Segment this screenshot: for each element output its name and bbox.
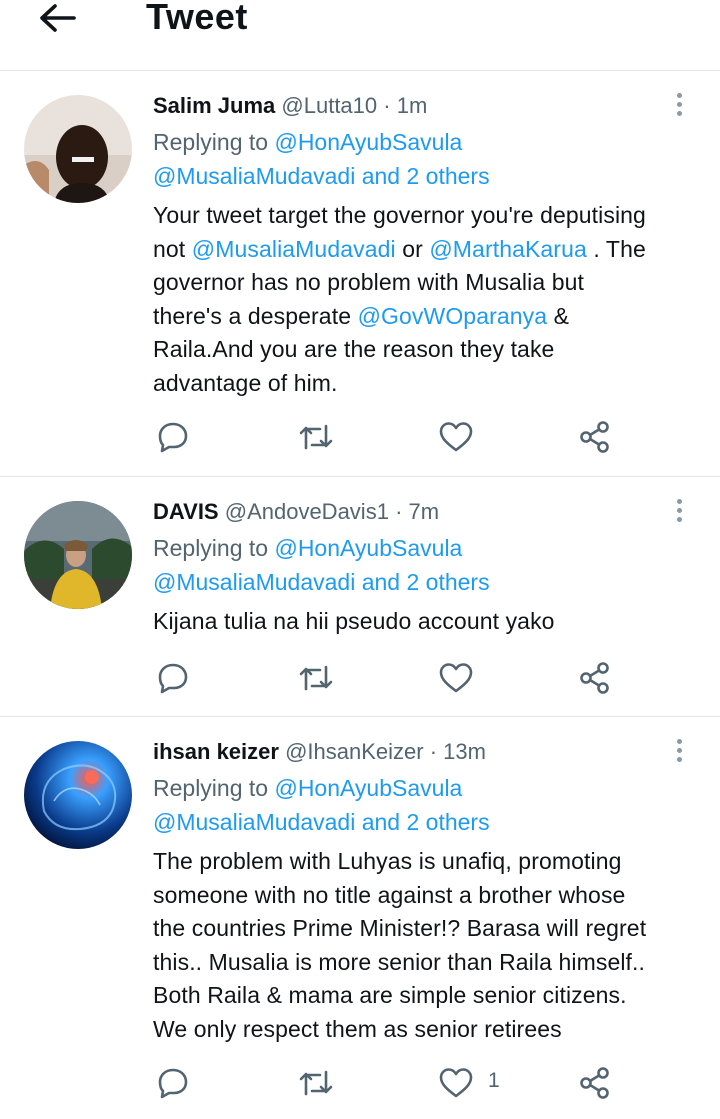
- more-vertical-icon: [677, 93, 682, 98]
- avatar[interactable]: [24, 95, 132, 203]
- mention-link[interactable]: @HonAyubSavula: [274, 129, 462, 155]
- timestamp[interactable]: 13m: [443, 739, 486, 764]
- more-vertical-icon: [677, 739, 682, 744]
- tweet-text-line: someone with no title against a brother …: [153, 879, 698, 913]
- text-segment: Both Raila & mama are simple senior citi…: [153, 982, 627, 1008]
- tweet-meta: Salim Juma @Lutta10 · 1m: [153, 92, 427, 120]
- mention-link[interactable]: @MusaliaMudavadi and 2 others: [153, 569, 490, 595]
- mention-link[interactable]: @MusaliaMudavadi and 2 others: [153, 163, 490, 189]
- avatar[interactable]: [24, 501, 132, 609]
- reply-icon: [158, 663, 188, 694]
- replying-to-label: Replying to: [153, 535, 269, 561]
- arrow-left-icon: [40, 4, 76, 32]
- avatar[interactable]: [24, 741, 132, 849]
- text-segment: Your tweet target the governor you're de…: [153, 202, 646, 228]
- page-title: Tweet: [146, 0, 248, 37]
- replying-to: Replying to @HonAyubSavula @MusaliaMudav…: [153, 125, 693, 193]
- replying-to: Replying to @HonAyubSavula @MusaliaMudav…: [153, 771, 693, 839]
- tweet-text-line: Both Raila & mama are simple senior citi…: [153, 979, 698, 1013]
- text-segment: not: [153, 235, 192, 262]
- text-segment: or: [395, 235, 430, 262]
- reply-tweet[interactable]: Salim Juma @Lutta10 · 1m Replying to @Ho…: [0, 71, 720, 477]
- tweet-actions: 1: [152, 1062, 632, 1102]
- text-segment: The problem with Luhyas is unafiq, promo…: [153, 848, 622, 874]
- mention-link[interactable]: @MusaliaMudavadi and 2 others: [153, 809, 490, 835]
- tweet-text-line: Raila.And you are the reason they take: [153, 333, 698, 367]
- mention-link[interactable]: @GovWOparanya: [358, 303, 548, 329]
- more-options-button[interactable]: [664, 495, 694, 527]
- share-icon: [580, 662, 609, 694]
- tweet-text-line: this.. Musalia is more senior than Raila…: [153, 946, 698, 980]
- retweet-icon: [299, 665, 333, 691]
- share-icon: [580, 1067, 609, 1099]
- text-segment: someone with no title against a brother …: [153, 881, 626, 908]
- reply-icon: [158, 1068, 188, 1099]
- tweet-text: The problem with Luhyas is unafiq, promo…: [153, 845, 698, 1046]
- tweet-text: Kijana tulia na hii pseudo account yako: [153, 605, 698, 639]
- more-options-button[interactable]: [664, 735, 694, 767]
- text-segment: this.. Musalia is more senior than Raila…: [153, 948, 646, 975]
- top-bar: Tweet: [0, 0, 720, 71]
- timestamp[interactable]: 7m: [409, 499, 440, 524]
- text-segment: We only respect them as senior retirees: [153, 1015, 562, 1042]
- mention-link[interactable]: @MusaliaMudavadi: [192, 236, 396, 262]
- tweet-text-line: not @MusaliaMudavadi or @MarthaKarua . T…: [153, 233, 698, 267]
- display-name[interactable]: DAVIS: [153, 499, 219, 524]
- tweet-text-line: Kijana tulia na hii pseudo account yako: [153, 605, 698, 639]
- tweet-text-line: advantage of him.: [153, 367, 698, 401]
- user-handle[interactable]: @AndoveDavis1: [225, 499, 389, 524]
- reply-tweet[interactable]: ihsan keizer @IhsanKeizer · 13m Replying…: [0, 717, 720, 1119]
- back-button[interactable]: [36, 0, 80, 40]
- timestamp[interactable]: 1m: [397, 93, 428, 118]
- tweet-actions: [152, 416, 632, 456]
- more-options-button[interactable]: [664, 89, 694, 121]
- tweet-actions: [152, 657, 632, 697]
- heart-icon: [439, 1068, 473, 1098]
- text-segment: Kijana tulia na hii pseudo account yako: [153, 608, 555, 634]
- separator-dot: ·: [395, 499, 403, 524]
- text-segment: governor has no problem with Musalia but: [153, 269, 585, 295]
- mention-link[interactable]: @HonAyubSavula: [274, 775, 462, 801]
- share-icon: [580, 421, 609, 453]
- reply-tweet[interactable]: DAVIS @AndoveDavis1 · 7m Replying to @Ho…: [0, 477, 720, 717]
- text-segment: &: [547, 302, 570, 329]
- replying-to: Replying to @HonAyubSavula @MusaliaMudav…: [153, 531, 693, 599]
- tweet-text: Your tweet target the governor you're de…: [153, 199, 698, 400]
- display-name[interactable]: Salim Juma: [153, 93, 275, 118]
- like-count: 1: [488, 1069, 500, 1092]
- mention-link[interactable]: @HonAyubSavula: [274, 535, 462, 561]
- tweet-text-line: We only respect them as senior retirees: [153, 1013, 698, 1047]
- tweet-meta: DAVIS @AndoveDavis1 · 7m: [153, 498, 439, 526]
- user-handle[interactable]: @IhsanKeizer: [285, 739, 424, 764]
- heart-icon: [439, 422, 473, 452]
- tweet-meta: ihsan keizer @IhsanKeizer · 13m: [153, 738, 486, 766]
- retweet-icon: [299, 424, 333, 450]
- reply-icon: [158, 422, 188, 453]
- mention-link[interactable]: @MarthaKarua: [429, 236, 587, 262]
- tweet-text-line: The problem with Luhyas is unafiq, promo…: [153, 845, 698, 879]
- replying-to-label: Replying to: [153, 775, 269, 801]
- display-name[interactable]: ihsan keizer: [153, 739, 279, 764]
- user-handle[interactable]: @Lutta10: [281, 93, 377, 118]
- tweet-text-line: the countries Prime Minister!? Barasa wi…: [153, 912, 698, 946]
- text-segment: there's a desperate: [153, 302, 358, 329]
- text-segment: . The: [586, 235, 646, 262]
- tweet-text-line: Your tweet target the governor you're de…: [153, 199, 698, 233]
- replying-to-label: Replying to: [153, 129, 269, 155]
- heart-icon: [439, 663, 473, 693]
- text-segment: advantage of him.: [153, 369, 338, 396]
- separator-dot: ·: [383, 93, 391, 118]
- tweet-text-line: governor has no problem with Musalia but: [153, 266, 698, 300]
- tweet-text-line: there's a desperate @GovWOparanya &: [153, 300, 698, 334]
- text-segment: the countries Prime Minister!? Barasa wi…: [153, 915, 647, 941]
- more-vertical-icon: [677, 499, 682, 504]
- retweet-icon: [299, 1070, 333, 1096]
- separator-dot: ·: [429, 739, 438, 764]
- text-segment: Raila.And you are the reason they take: [153, 336, 555, 362]
